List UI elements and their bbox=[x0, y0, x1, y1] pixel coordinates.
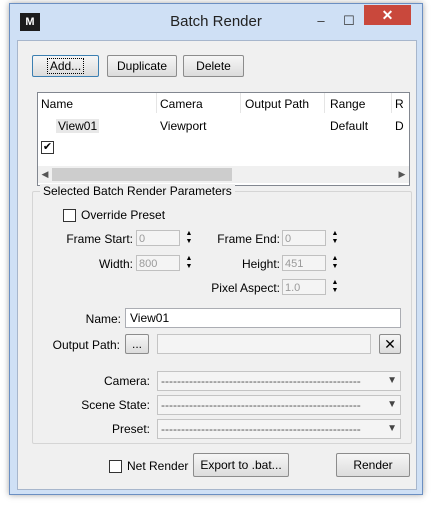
scene-state-select[interactable]: ----------------------------------------… bbox=[157, 395, 401, 415]
override-preset-label: Override Preset bbox=[81, 208, 166, 222]
frame-start-label: Frame Start: bbox=[66, 232, 133, 246]
scroll-left-icon[interactable]: ◀ bbox=[38, 166, 52, 183]
row-r: D bbox=[395, 119, 404, 133]
pixel-aspect-input[interactable]: 1.0 bbox=[282, 279, 326, 295]
camera-label: Camera: bbox=[103, 374, 150, 388]
row-enable-checkbox[interactable]: ✔ bbox=[41, 141, 54, 154]
close-button[interactable]: ✕ bbox=[364, 5, 411, 25]
clear-output-path-button[interactable]: ✕ bbox=[379, 334, 401, 354]
duplicate-button-label: Duplicate bbox=[116, 59, 168, 73]
column-header-camera[interactable]: Camera bbox=[160, 97, 203, 113]
column-separator[interactable] bbox=[240, 93, 241, 113]
camera-select-value: ----------------------------------------… bbox=[161, 374, 361, 388]
pixel-aspect-spinner[interactable]: ▲ ▼ bbox=[330, 279, 340, 295]
chevron-down-icon: ▼ bbox=[387, 375, 397, 386]
scroll-right-icon[interactable]: ▶ bbox=[395, 166, 409, 183]
frame-end-spinner[interactable]: ▲ ▼ bbox=[330, 230, 340, 246]
export-button-label: Export to .bat... bbox=[200, 458, 282, 472]
column-header-name[interactable]: Name bbox=[41, 97, 73, 113]
render-button[interactable]: Render bbox=[336, 453, 410, 477]
scene-state-select-value: ----------------------------------------… bbox=[161, 398, 361, 412]
add-button[interactable]: Add... bbox=[32, 55, 99, 77]
camera-select[interactable]: ----------------------------------------… bbox=[157, 371, 401, 391]
height-input[interactable]: 451 bbox=[282, 255, 326, 271]
batch-render-window: M Batch Render – ☐ ✕ Add... Duplicate De… bbox=[9, 3, 423, 495]
clear-icon: ✕ bbox=[384, 336, 396, 352]
name-input[interactable]: View01 bbox=[125, 308, 401, 328]
frame-end-input[interactable]: 0 bbox=[282, 230, 326, 246]
width-input[interactable]: 800 bbox=[136, 255, 180, 271]
output-path-label: Output Path: bbox=[52, 338, 120, 352]
override-preset-checkbox[interactable] bbox=[63, 209, 76, 222]
title-bar[interactable]: M Batch Render – ☐ ✕ bbox=[10, 4, 422, 40]
frame-end-label: Frame End: bbox=[217, 232, 280, 246]
export-to-bat-button[interactable]: Export to .bat... bbox=[193, 453, 289, 477]
column-header-r[interactable]: R bbox=[395, 97, 404, 113]
add-button-label: Add... bbox=[46, 58, 85, 74]
pixel-aspect-label: Pixel Aspect: bbox=[211, 281, 280, 295]
minimize-button[interactable]: – bbox=[308, 12, 334, 30]
row-name: View01 bbox=[56, 119, 100, 133]
duplicate-button[interactable]: Duplicate bbox=[107, 55, 177, 77]
preset-select[interactable]: ----------------------------------------… bbox=[157, 419, 401, 439]
scene-state-label: Scene State: bbox=[81, 398, 150, 412]
width-label: Width: bbox=[98, 257, 133, 271]
render-button-label: Render bbox=[353, 458, 393, 472]
browse-button-label: ... bbox=[131, 337, 142, 351]
dialog-body: Add... Duplicate Delete Name Camera Outp… bbox=[17, 40, 417, 490]
delete-button[interactable]: Delete bbox=[183, 55, 244, 77]
maximize-button[interactable]: ☐ bbox=[336, 12, 362, 30]
row-range: Default bbox=[330, 119, 369, 133]
name-label: Name: bbox=[85, 312, 121, 326]
preset-select-value: ----------------------------------------… bbox=[161, 422, 361, 436]
frame-start-input[interactable]: 0 bbox=[136, 230, 180, 246]
column-separator[interactable] bbox=[156, 93, 157, 113]
column-separator[interactable] bbox=[324, 93, 325, 113]
column-header-range[interactable]: Range bbox=[330, 97, 365, 113]
net-render-checkbox[interactable] bbox=[109, 460, 122, 473]
batch-list[interactable]: Name Camera Output Path Range R ✔ View01… bbox=[37, 92, 410, 186]
column-separator[interactable] bbox=[391, 93, 392, 113]
horizontal-scrollbar[interactable]: ◀ ▶ bbox=[38, 166, 409, 183]
delete-button-label: Delete bbox=[196, 59, 231, 73]
output-path-browse-button[interactable]: ... bbox=[125, 334, 149, 354]
list-row[interactable]: ✔ View01 Viewport Default D bbox=[38, 115, 409, 154]
group-title: Selected Batch Render Parameters bbox=[40, 184, 235, 198]
height-spinner[interactable]: ▲ ▼ bbox=[330, 255, 340, 271]
batch-render-parameters-group: Selected Batch Render Parameters Overrid… bbox=[32, 184, 412, 444]
chevron-down-icon: ▼ bbox=[387, 399, 397, 410]
column-header-output-path[interactable]: Output Path bbox=[245, 97, 309, 113]
chevron-down-icon: ▼ bbox=[387, 423, 397, 434]
net-render-label: Net Render bbox=[127, 459, 189, 473]
scrollbar-thumb[interactable] bbox=[52, 168, 232, 181]
row-camera: Viewport bbox=[160, 119, 207, 133]
output-path-field[interactable] bbox=[157, 334, 371, 354]
height-label: Height: bbox=[241, 257, 280, 271]
preset-label: Preset: bbox=[111, 422, 150, 436]
